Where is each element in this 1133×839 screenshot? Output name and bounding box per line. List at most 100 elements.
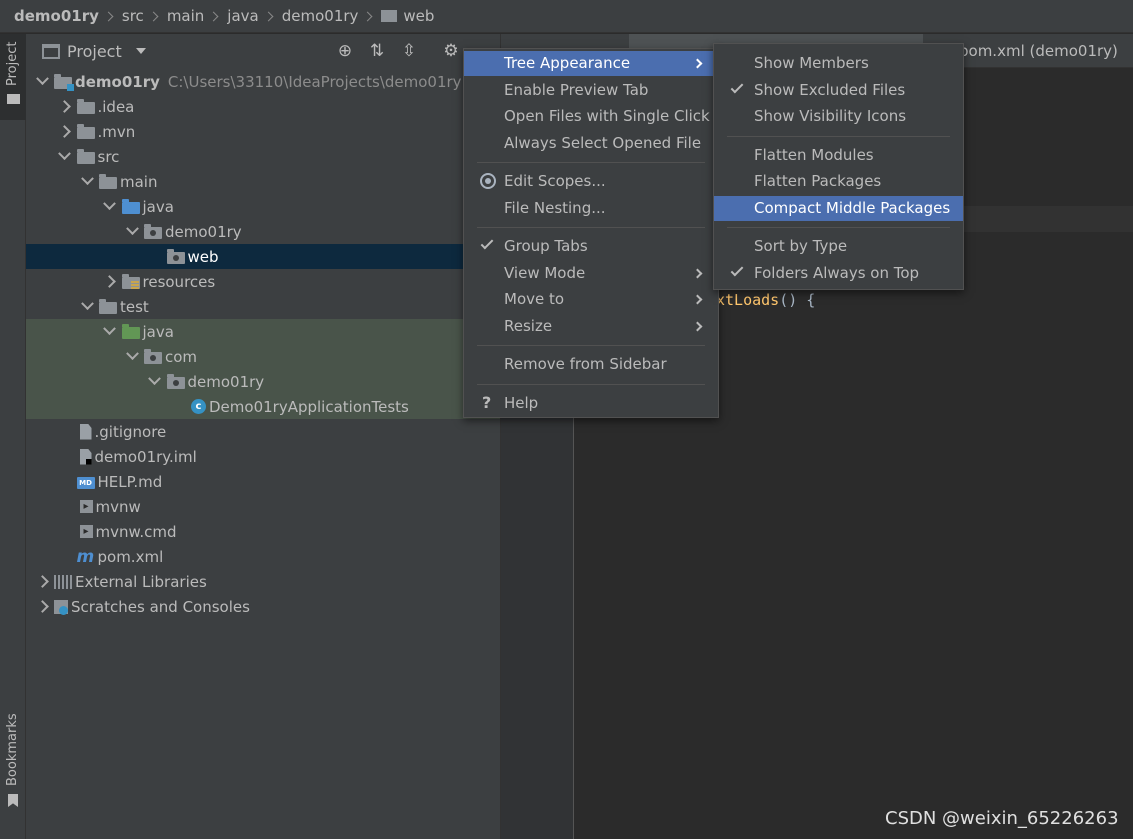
chevron-right-icon[interactable] <box>34 574 50 590</box>
chevron-down-icon[interactable] <box>79 174 95 190</box>
tree-item-label: HELP.md <box>97 472 163 491</box>
menu-item[interactable]: Open Files with Single Click <box>464 104 718 129</box>
term-icon: ▸ <box>79 500 93 513</box>
chevron-right-icon <box>692 268 703 278</box>
breadcrumb-item[interactable]: demo01ry <box>282 7 359 25</box>
menu-item[interactable]: Folders Always on Top <box>714 261 963 286</box>
folder-icon <box>76 124 95 139</box>
chevron-down-icon[interactable] <box>57 149 73 165</box>
project-tool-tab[interactable]: Project <box>0 34 26 120</box>
collapse-all-icon[interactable]: ⇳ <box>400 42 418 60</box>
tree-row[interactable]: Scratches and Consoles <box>26 594 500 619</box>
chevron-down-icon[interactable] <box>124 224 140 240</box>
tree-row[interactable]: ▸ mvnw <box>26 494 500 519</box>
menu-item[interactable]: Compact Middle Packages <box>714 195 963 221</box>
menu-separator <box>727 135 950 137</box>
file-icon <box>79 448 92 465</box>
folder-icon <box>7 94 20 104</box>
tree-row[interactable]: External Libraries <box>26 569 500 594</box>
chevron-down-icon[interactable] <box>147 374 163 390</box>
bookmarks-tool-tab[interactable]: Bookmarks <box>0 710 26 810</box>
chevron-right-icon[interactable] <box>57 124 73 140</box>
chevron-down-icon[interactable] <box>79 299 95 315</box>
chevron-down-icon[interactable] <box>102 199 118 215</box>
chevron-down-icon[interactable] <box>34 74 50 90</box>
tree-row[interactable]: demo01ry C:\Users\33110\IdeaProjects\demo… <box>26 69 500 94</box>
tree-row[interactable]: .gitignore <box>26 419 500 444</box>
tree-row[interactable]: c Demo01ryApplicationTests <box>26 394 500 419</box>
tree-row[interactable]: web <box>26 244 500 269</box>
menu-item[interactable]: Remove from Sidebar <box>464 352 718 377</box>
menu-item[interactable]: ? Help <box>464 391 718 416</box>
chevron-down-icon[interactable] <box>124 349 140 365</box>
tree-item-label: .mvn <box>97 122 136 141</box>
tree-row[interactable]: .idea <box>26 94 500 119</box>
tree-row[interactable]: java <box>26 194 500 219</box>
menu-item[interactable]: File Nesting... <box>464 196 718 221</box>
tree-item-label: .idea <box>97 97 135 116</box>
tree-row[interactable]: src <box>26 144 500 169</box>
breadcrumb-item[interactable]: src <box>122 7 144 25</box>
menu-item-label: File Nesting... <box>504 198 606 217</box>
tree-row[interactable]: resources <box>26 269 500 294</box>
menu-item[interactable]: Move to <box>464 287 718 312</box>
breadcrumb-item[interactable]: web <box>381 7 434 25</box>
tree-row[interactable]: MD HELP.md <box>26 469 500 494</box>
breadcrumb-separator-icon <box>263 11 274 21</box>
chevron-right-icon[interactable] <box>102 274 118 290</box>
menu-item[interactable]: Flatten Packages <box>714 169 963 194</box>
menu-separator <box>727 227 950 228</box>
menu-item-label: Enable Preview Tab <box>504 80 649 99</box>
checkmark-icon <box>480 236 494 250</box>
panel-title: Project <box>67 41 122 61</box>
menu-item-label: Move to <box>504 290 565 308</box>
view-selector-dropdown-icon[interactable] <box>135 48 146 54</box>
gear-icon[interactable]: ⚙ <box>442 42 460 60</box>
chevron-right-icon[interactable] <box>57 99 73 115</box>
tree-item-label: Demo01ryApplicationTests <box>209 397 409 416</box>
checkmark-icon <box>730 80 744 93</box>
tree-row[interactable]: java <box>26 319 500 344</box>
breadcrumb-item[interactable]: demo01ry <box>14 7 99 25</box>
menu-item[interactable]: View Mode <box>464 261 718 286</box>
menu-item[interactable]: Show Visibility Icons <box>714 104 963 129</box>
menu-item-label: Resize <box>504 316 553 335</box>
tree-row[interactable]: ▸ mvnw.cmd <box>26 519 500 544</box>
tree-item-label: src <box>97 147 120 166</box>
menu-item[interactable]: Sort by Type <box>714 234 963 259</box>
menu-item[interactable]: Show Excluded Files <box>714 78 963 103</box>
menu-item[interactable]: Flatten Modules <box>714 143 963 168</box>
breadcrumb-item[interactable]: main <box>167 7 204 25</box>
tree-item-label: web <box>187 247 219 266</box>
locate-file-icon[interactable]: ⊕ <box>336 42 354 60</box>
chevron-down-icon[interactable] <box>102 324 118 340</box>
tree-row[interactable]: demo01ry <box>26 369 500 394</box>
code-line[interactable]: xtLoads() { <box>716 291 815 309</box>
expand-all-icon[interactable]: ⇅ <box>368 42 386 60</box>
menu-item-label: Sort by Type <box>754 237 848 255</box>
chevron-right-icon <box>692 321 703 331</box>
folder-icon <box>121 199 140 214</box>
tree-row[interactable]: demo01ry <box>26 219 500 244</box>
menu-item[interactable]: Tree Appearance <box>464 51 718 76</box>
menu-item[interactable]: Show Members <box>714 51 963 76</box>
tree-row[interactable]: main <box>26 169 500 194</box>
bookmark-icon <box>8 794 18 807</box>
chevron-right-icon[interactable] <box>34 599 50 615</box>
menu-item-label: Show Members <box>754 54 869 72</box>
tree-row[interactable]: demo01ry.iml <box>26 444 500 469</box>
tree-row[interactable]: com <box>26 344 500 369</box>
tree-item-label: Scratches and Consoles <box>71 597 250 616</box>
tree-row[interactable]: m pom.xml <box>26 544 500 569</box>
editor-tab-pom[interactable]: pom.xml (demo01ry) <box>959 42 1118 60</box>
tree-row[interactable]: test <box>26 294 500 319</box>
menu-item[interactable]: Edit Scopes... <box>464 169 718 194</box>
menu-item[interactable]: Group Tabs <box>464 234 718 259</box>
tree-row[interactable]: .mvn <box>26 119 500 144</box>
menu-item-label: Compact Middle Packages <box>754 198 951 217</box>
menu-item[interactable]: Enable Preview Tab <box>464 78 718 103</box>
menu-item[interactable]: Always Select Opened File <box>464 131 718 156</box>
menu-item-label: Flatten Packages <box>754 172 882 190</box>
menu-item[interactable]: Resize <box>464 314 718 339</box>
breadcrumb-item[interactable]: java <box>227 7 258 25</box>
